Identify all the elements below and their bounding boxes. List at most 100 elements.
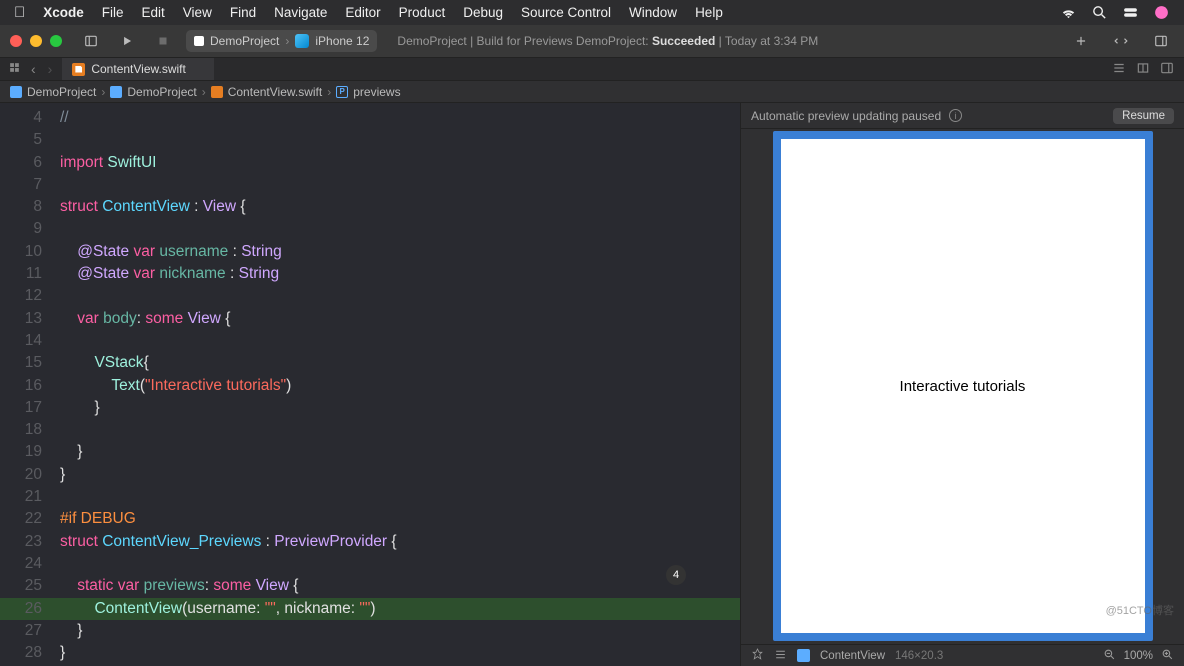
code-content[interactable]: VStack{ [60, 352, 740, 374]
code-content[interactable]: struct ContentView : View { [60, 196, 740, 218]
code-line[interactable]: 20} [0, 464, 740, 486]
code-content[interactable]: } [60, 464, 740, 486]
pin-icon[interactable] [751, 648, 764, 664]
code-line[interactable]: 22#if DEBUG [0, 508, 740, 530]
breadcrumb-file[interactable]: ContentView.swift [228, 85, 323, 99]
menu-window[interactable]: Window [629, 5, 677, 20]
code-content[interactable] [60, 218, 740, 240]
preview-footer-label[interactable]: ContentView [820, 650, 885, 662]
code-content[interactable] [60, 553, 740, 575]
code-line[interactable]: 11 @State var nickname : String [0, 263, 740, 285]
control-center-icon[interactable] [1122, 4, 1139, 21]
code-line[interactable]: 14 [0, 330, 740, 352]
code-line[interactable]: 25 static var previews: some View { [0, 575, 740, 597]
menu-help[interactable]: Help [695, 5, 723, 20]
code-content[interactable]: } [60, 620, 740, 642]
menu-editor[interactable]: Editor [345, 5, 380, 20]
code-content[interactable] [60, 486, 740, 508]
menu-product[interactable]: Product [399, 5, 446, 20]
code-line[interactable]: 18 [0, 419, 740, 441]
code-line[interactable]: 10 @State var username : String [0, 241, 740, 263]
code-line[interactable]: 16 Text("Interactive tutorials") [0, 375, 740, 397]
run-button[interactable] [114, 30, 140, 52]
code-line[interactable]: 24 [0, 553, 740, 575]
breadcrumb-folder[interactable]: DemoProject [127, 85, 196, 99]
menu-edit[interactable]: Edit [142, 5, 165, 20]
code-line[interactable]: 7 [0, 174, 740, 196]
apple-menu-icon[interactable]:  [14, 4, 25, 21]
code-content[interactable]: @State var username : String [60, 241, 740, 263]
breadcrumb-project[interactable]: DemoProject [27, 85, 96, 99]
code-line[interactable]: 28} [0, 642, 740, 664]
close-window-button[interactable] [10, 35, 22, 47]
toggle-inspector-button[interactable] [1148, 30, 1174, 52]
code-content[interactable]: Text("Interactive tutorials") [60, 375, 740, 397]
zoom-window-button[interactable] [50, 35, 62, 47]
code-line[interactable]: 15 VStack{ [0, 352, 740, 374]
minimize-window-button[interactable] [30, 35, 42, 47]
code-line[interactable]: 17 } [0, 397, 740, 419]
code-line[interactable]: 8struct ContentView : View { [0, 196, 740, 218]
code-content[interactable]: @State var nickname : String [60, 263, 740, 285]
code-content[interactable]: static var previews: some View { [60, 575, 740, 597]
code-content[interactable] [60, 419, 740, 441]
code-content[interactable] [60, 330, 740, 352]
zoom-in-icon[interactable] [1161, 648, 1174, 664]
line-number: 5 [0, 129, 60, 151]
menu-navigate[interactable]: Navigate [274, 5, 327, 20]
code-content[interactable] [60, 285, 740, 307]
code-line[interactable]: 23struct ContentView_Previews : PreviewP… [0, 531, 740, 553]
code-content[interactable]: } [60, 441, 740, 463]
code-content[interactable]: #if DEBUG [60, 508, 740, 530]
code-content[interactable]: ContentView(username: "", nickname: "") [60, 598, 740, 620]
stop-button[interactable] [150, 30, 176, 52]
breadcrumb-symbol[interactable]: previews [353, 85, 400, 99]
add-button[interactable] [1068, 30, 1094, 52]
toggle-navigator-button[interactable] [78, 30, 104, 52]
code-line[interactable]: 13 var body: some View { [0, 308, 740, 330]
code-content[interactable]: } [60, 397, 740, 419]
related-items-icon[interactable] [8, 61, 21, 77]
code-line[interactable]: 26 ContentView(username: "", nickname: "… [0, 598, 740, 620]
wifi-icon[interactable] [1060, 4, 1077, 21]
code-editor[interactable]: 4//56import SwiftUI78struct ContentView … [0, 103, 740, 666]
zoom-level[interactable]: 100% [1124, 650, 1153, 662]
code-content[interactable]: struct ContentView_Previews : PreviewPro… [60, 531, 740, 553]
code-content[interactable]: // [60, 107, 740, 129]
code-line[interactable]: 27 } [0, 620, 740, 642]
editor-tab[interactable]: ContentView.swift [62, 58, 214, 80]
editor-options-icon[interactable] [1112, 61, 1126, 78]
code-review-button[interactable] [1108, 30, 1134, 52]
spotlight-icon[interactable] [1091, 4, 1108, 21]
menu-debug[interactable]: Debug [463, 5, 503, 20]
scheme-selector[interactable]: DemoProject › iPhone 12 [186, 30, 377, 52]
code-line[interactable]: 5 [0, 129, 740, 151]
code-content[interactable] [60, 174, 740, 196]
preview-list-icon[interactable] [774, 648, 787, 664]
code-content[interactable]: } [60, 642, 740, 664]
zoom-out-icon[interactable] [1103, 648, 1116, 664]
code-line[interactable]: 9 [0, 218, 740, 240]
adjust-editor-icon[interactable] [1136, 61, 1150, 78]
menu-find[interactable]: Find [230, 5, 256, 20]
issue-count-badge[interactable]: 4 [666, 565, 686, 585]
add-editor-icon[interactable] [1160, 61, 1174, 78]
code-content[interactable] [60, 129, 740, 151]
menu-source-control[interactable]: Source Control [521, 5, 611, 20]
menu-view[interactable]: View [183, 5, 212, 20]
code-content[interactable]: import SwiftUI [60, 152, 740, 174]
siri-icon[interactable] [1153, 4, 1170, 21]
resume-button[interactable]: Resume [1113, 108, 1174, 124]
code-line[interactable]: 12 [0, 285, 740, 307]
nav-forward-button[interactable]: › [46, 61, 55, 77]
preview-canvas[interactable]: Interactive tutorials @51CTO博客 [741, 129, 1184, 644]
code-line[interactable]: 4// [0, 107, 740, 129]
nav-back-button[interactable]: ‹ [29, 61, 38, 77]
code-line[interactable]: 6import SwiftUI [0, 152, 740, 174]
app-menu[interactable]: Xcode [43, 5, 84, 20]
code-line[interactable]: 19 } [0, 441, 740, 463]
code-line[interactable]: 21 [0, 486, 740, 508]
code-content[interactable]: var body: some View { [60, 308, 740, 330]
info-icon[interactable]: i [949, 109, 962, 122]
menu-file[interactable]: File [102, 5, 124, 20]
